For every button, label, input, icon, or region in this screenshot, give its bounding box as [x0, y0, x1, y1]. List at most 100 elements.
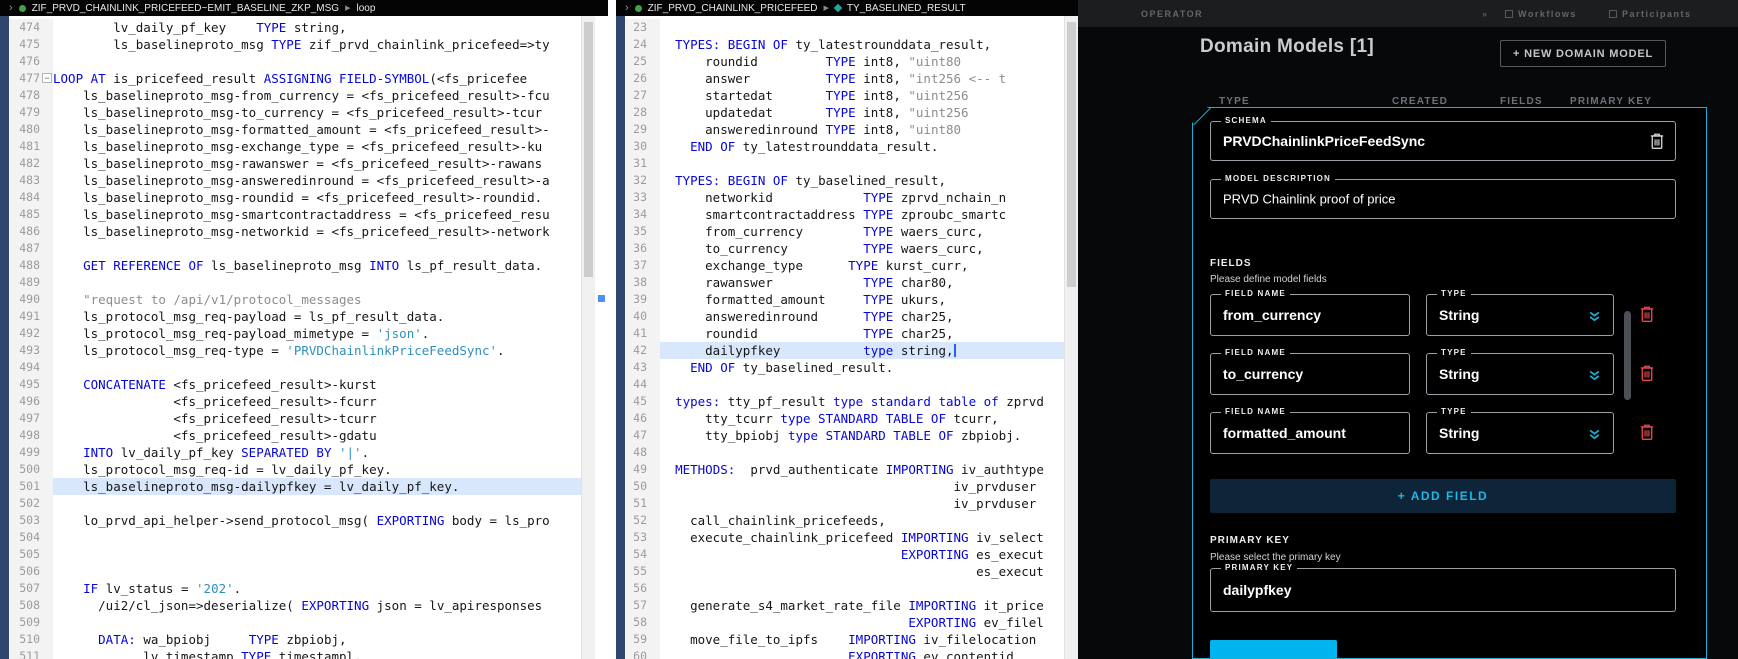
code-area[interactable]: 23 24 TYPES: BEGIN OF ty_latestrounddata_… — [625, 19, 1064, 659]
code-line[interactable]: "request to /api/v1/protocol_messages — [53, 291, 581, 308]
code-line[interactable] — [53, 240, 581, 257]
field-type-select[interactable]: TYPE String — [1426, 348, 1614, 395]
code-line[interactable]: ls_baselineproto_msg TYPE zif_prvd_chain… — [53, 36, 581, 53]
code-line[interactable]: ls_baselineproto_msg-from_currency = <fs… — [53, 87, 581, 104]
code-line[interactable]: LOOP AT is_pricefeed_result ASSIGNING FI… — [53, 70, 581, 87]
code-line[interactable]: <fs_pricefeed_result>-fcurr — [53, 393, 581, 410]
code-line[interactable]: TYPES: BEGIN OF ty_latestrounddata_resul… — [660, 36, 1064, 53]
code-line[interactable]: ls_baselineproto_msg-answeredinround = <… — [53, 172, 581, 189]
code-line[interactable]: iv_prvduser — [660, 495, 1064, 512]
code-line[interactable]: answer TYPE int8, "int256 <-- t — [660, 70, 1064, 87]
code-line[interactable]: answeredinround TYPE int8, "uint80 — [660, 121, 1064, 138]
code-line[interactable]: ls_baselineproto_msg-rawanswer = <fs_pri… — [53, 155, 581, 172]
code-line[interactable]: <fs_pricefeed_result>-tcurr — [53, 410, 581, 427]
schema-input[interactable]: SCHEMA PRVDChainlinkPriceFeedSync — [1210, 116, 1676, 161]
code-line[interactable]: ls_protocol_msg_req-type = 'PRVDChainlin… — [53, 342, 581, 359]
code-line[interactable]: CONCATENATE <fs_pricefeed_result>-kurst — [53, 376, 581, 393]
code-line[interactable]: updatedat TYPE int8, "uint256 — [660, 104, 1064, 121]
code-line[interactable]: ls_baselineproto_msg-to_currency = <fs_p… — [53, 104, 581, 121]
code-line[interactable] — [53, 53, 581, 70]
delete-field-icon[interactable] — [1639, 423, 1655, 441]
code-line[interactable]: from_currency TYPE waers_curc, — [660, 223, 1064, 240]
code-line[interactable]: exchange_type TYPE kurst_curr, — [660, 257, 1064, 274]
code-line[interactable]: ls_baselineproto_msg-networkid = <fs_pri… — [53, 223, 581, 240]
code-line[interactable]: ls_baselineproto_msg-formatted_amount = … — [53, 121, 581, 138]
code-line[interactable]: lv_timestamp TYPE timestampl, — [53, 648, 581, 659]
code-line[interactable] — [660, 155, 1064, 172]
model-description-input[interactable]: MODEL DESCRIPTION PRVD Chainlink proof o… — [1210, 174, 1676, 219]
field-name-input[interactable]: FIELD NAME formatted_amount — [1210, 407, 1410, 454]
delete-model-icon[interactable] — [1649, 132, 1665, 150]
code-line[interactable]: DATA: wa_bpiobj TYPE zbpiobj, — [53, 631, 581, 648]
code-line[interactable]: tty_tcurr type STANDARD TABLE OF tcurr, — [660, 410, 1064, 427]
field-name-input[interactable]: FIELD NAME to_currency — [1210, 348, 1410, 395]
code-line[interactable]: ls_baselineproto_msg-exchange_type = <fs… — [53, 138, 581, 155]
code-line[interactable] — [660, 376, 1064, 393]
code-line[interactable]: <fs_pricefeed_result>-gdatu — [53, 427, 581, 444]
code-line[interactable]: lo_prvd_api_helper->send_protocol_msg( E… — [53, 512, 581, 529]
nav-item-workflows[interactable]: Workflows — [1505, 9, 1577, 19]
primary-key-select[interactable]: PRIMARY KEY dailypfkey — [1210, 563, 1676, 612]
code-line[interactable]: call_chainlink_pricefeeds, — [660, 512, 1064, 529]
code-line[interactable]: dailypfkey type string, — [660, 342, 1064, 359]
code-line[interactable]: ls_protocol_msg_req-payload = ls_pf_resu… — [53, 308, 581, 325]
code-line[interactable]: ls_baselineproto_msg-dailypfkey = lv_dai… — [53, 478, 581, 495]
code-line[interactable]: answeredinround TYPE char25, — [660, 308, 1064, 325]
editor-middle-object-title[interactable]: ZIF_PRVD_CHAINLINK_PRICEFEED — [648, 3, 818, 14]
code-line[interactable]: EXPORTING ev_contentid — [660, 648, 1064, 659]
editor-middle-scrollbar[interactable] — [1064, 16, 1078, 659]
code-line[interactable] — [53, 274, 581, 291]
overview-ruler-marker[interactable] — [598, 295, 605, 302]
code-line[interactable]: lv_daily_pf_key TYPE string, — [53, 19, 581, 36]
code-line[interactable] — [53, 495, 581, 512]
code-line[interactable] — [53, 614, 581, 631]
code-line[interactable]: formatted_amount TYPE ukurs, — [660, 291, 1064, 308]
code-line[interactable]: EXPORTING es_execut — [660, 546, 1064, 563]
code-line[interactable]: ls_baselineproto_msg-smartcontractaddres… — [53, 206, 581, 223]
new-domain-model-button[interactable]: + NEW DOMAIN MODEL — [1500, 40, 1666, 67]
editor-middle-member-title[interactable]: TY_BASELINED_RESULT — [847, 3, 966, 14]
code-line[interactable]: move_file_to_ipfs IMPORTING iv_filelocat… — [660, 631, 1064, 648]
scrollbar-thumb[interactable] — [1067, 22, 1076, 287]
code-line[interactable]: startedat TYPE int8, "uint256 — [660, 87, 1064, 104]
code-line[interactable]: END OF ty_baselined_result. — [660, 359, 1064, 376]
code-line[interactable] — [53, 563, 581, 580]
code-line[interactable]: GET REFERENCE OF ls_baselineproto_msg IN… — [53, 257, 581, 274]
add-field-button[interactable]: + ADD FIELD — [1210, 479, 1676, 513]
code-line[interactable]: to_currency TYPE waers_curc, — [660, 240, 1064, 257]
field-type-select[interactable]: TYPE String — [1426, 407, 1614, 454]
code-line[interactable]: networkid TYPE zprvd_nchain_n — [660, 189, 1064, 206]
code-line[interactable]: es_execut — [660, 563, 1064, 580]
nav-item-participants[interactable]: Participants — [1609, 9, 1692, 19]
code-line[interactable]: generate_s4_market_rate_file IMPORTING i… — [660, 597, 1064, 614]
code-line[interactable]: rawanswer TYPE char80, — [660, 274, 1064, 291]
code-line[interactable]: execute_chainlink_pricefeed IMPORTING iv… — [660, 529, 1064, 546]
code-line[interactable]: ls_baselineproto_msg-roundid = <fs_price… — [53, 189, 581, 206]
code-line[interactable]: roundid TYPE int8, "uint80 — [660, 53, 1064, 70]
code-line[interactable] — [660, 580, 1064, 597]
code-line[interactable]: smartcontractaddress TYPE zproubc_smartc — [660, 206, 1064, 223]
code-line[interactable]: INTO lv_daily_pf_key SEPARATED BY '|'. — [53, 444, 581, 461]
delete-field-icon[interactable] — [1639, 364, 1655, 382]
code-line[interactable]: ls_protocol_msg_req-payload_mimetype = '… — [53, 325, 581, 342]
delete-field-icon[interactable] — [1639, 305, 1655, 323]
editor-left-crumb-loop[interactable]: loop — [356, 3, 375, 14]
code-line[interactable] — [53, 546, 581, 563]
double-chevron-down-icon[interactable] — [1588, 428, 1601, 441]
field-name-input[interactable]: FIELD NAME from_currency — [1210, 289, 1410, 336]
code-line[interactable]: IF lv_status = '202'. — [53, 580, 581, 597]
code-line[interactable] — [660, 19, 1064, 36]
code-line[interactable]: types: tty_pf_result type standard table… — [660, 393, 1064, 410]
fold-collapse-icon[interactable]: − — [42, 73, 52, 83]
editor-left-scrollbar[interactable] — [581, 16, 595, 659]
code-line[interactable]: EXPORTING ev_filel — [660, 614, 1064, 631]
code-line[interactable]: METHODS: prvd_authenticate IMPORTING iv_… — [660, 461, 1064, 478]
fields-scrollbar[interactable] — [1624, 311, 1631, 400]
double-chevron-down-icon[interactable] — [1588, 369, 1601, 382]
scrollbar-thumb[interactable] — [584, 22, 593, 277]
code-line[interactable] — [53, 359, 581, 376]
code-line[interactable] — [660, 444, 1064, 461]
editor-left-object-title[interactable]: ZIF_PRVD_CHAINLINK_PRICEFEED~EMIT_BASELI… — [32, 3, 339, 14]
code-line[interactable]: tty_bpiobj type STANDARD TABLE OF zbpiob… — [660, 427, 1064, 444]
code-line[interactable]: TYPES: BEGIN OF ty_baselined_result, — [660, 172, 1064, 189]
